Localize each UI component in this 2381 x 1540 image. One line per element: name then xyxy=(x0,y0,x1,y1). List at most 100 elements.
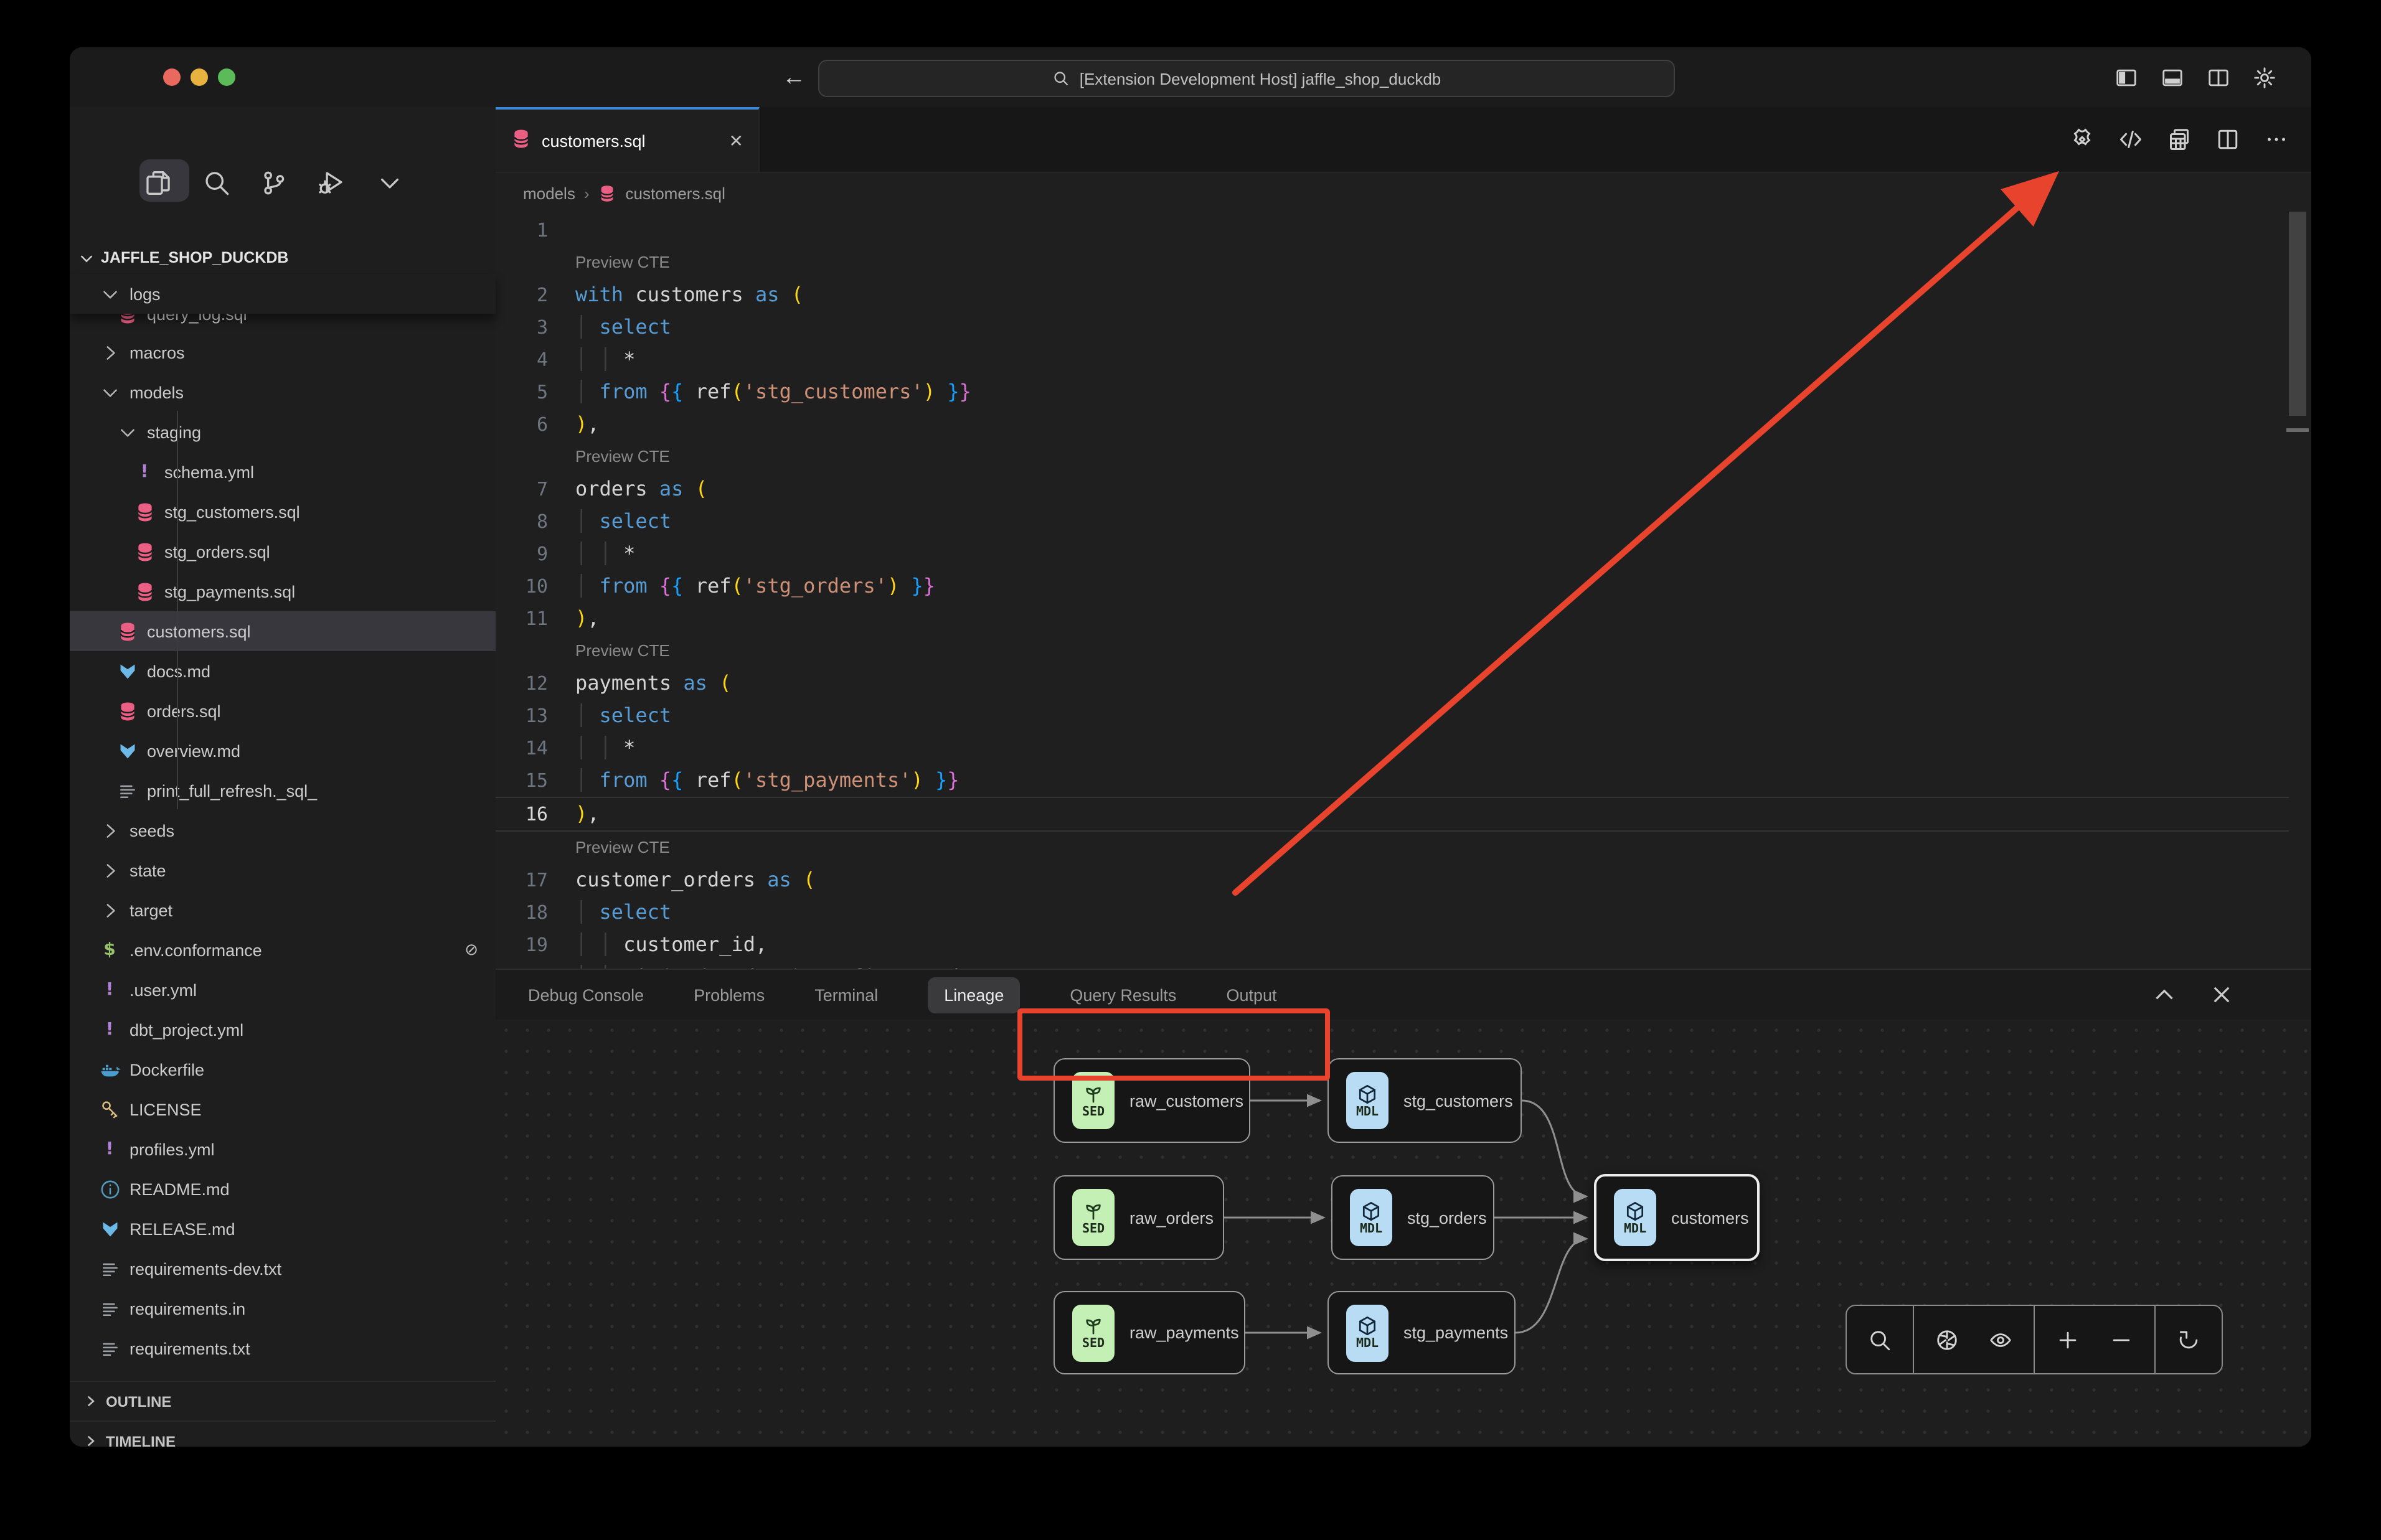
tree-item-license[interactable]: LICENSE xyxy=(70,1089,496,1129)
code-line-15[interactable]: 15│ from {{ ref('stg_payments') }} xyxy=(496,764,2289,797)
tree-item-customers-sql[interactable]: customers.sql xyxy=(70,611,496,651)
code-icon[interactable] xyxy=(2118,127,2143,152)
code-line-6[interactable]: 6), xyxy=(496,408,2289,441)
code-line-8[interactable]: 8│ select xyxy=(496,505,2289,538)
sidebar-source-control-icon[interactable] xyxy=(258,167,290,199)
sidebar-section-timeline[interactable]: TIMELINE xyxy=(70,1420,496,1447)
code-line-19[interactable]: 19│ │ customer_id, xyxy=(496,929,2289,961)
query-results-icon[interactable] xyxy=(2167,127,2192,152)
breadcrumb-item-file[interactable]: customers.sql xyxy=(626,184,725,202)
panel-tab-query-results[interactable]: Query Results xyxy=(1070,985,1176,1004)
tree-item--user-yml[interactable]: ! .user.yml xyxy=(70,970,496,1010)
sidebar-files-icon[interactable] xyxy=(142,167,174,199)
editor-scrollbar-thumb[interactable] xyxy=(2289,212,2306,416)
chevron-up-icon[interactable] xyxy=(2152,982,2177,1007)
code-line-20[interactable]: 20│ │ min(order_date) as first_order, xyxy=(496,961,2289,969)
tree-item-release-md[interactable]: RELEASE.md xyxy=(70,1209,496,1249)
codelens-row[interactable]: Preview CTE xyxy=(496,246,2289,279)
tree-item-overview-md[interactable]: overview.md xyxy=(70,731,496,771)
code-line-18[interactable]: 18│ select xyxy=(496,896,2289,929)
tree-item-models[interactable]: models xyxy=(70,372,496,412)
code-line-7[interactable]: 7orders as ( xyxy=(496,473,2289,505)
panel-tab-output[interactable]: Output xyxy=(1226,985,1276,1004)
tree-item-seeds[interactable]: seeds xyxy=(70,810,496,850)
command-center-search[interactable]: [Extension Development Host] jaffle_shop… xyxy=(818,60,1675,97)
lineage-node-stg_customers[interactable]: MDL stg_customers xyxy=(1327,1058,1522,1143)
breadcrumb-item-models[interactable]: models xyxy=(523,184,575,202)
code-line-1[interactable]: 1 xyxy=(496,214,2289,246)
tree-item-requirements-txt[interactable]: requirements.txt xyxy=(70,1328,496,1368)
tree-item-macros[interactable]: macros xyxy=(70,332,496,372)
tree-item-logs[interactable]: logs xyxy=(70,274,496,314)
codelens-row[interactable]: Preview CTE xyxy=(496,441,2289,473)
tree-item-target[interactable]: target xyxy=(70,890,496,930)
code-line-4[interactable]: 4│ │ * xyxy=(496,344,2289,376)
code-line-12[interactable]: 12payments as ( xyxy=(496,667,2289,700)
tree-item-requirements-dev-txt[interactable]: requirements-dev.txt xyxy=(70,1249,496,1289)
panel-tab-terminal[interactable]: Terminal xyxy=(814,985,878,1004)
tab-customers-sql[interactable]: customers.sql ✕ xyxy=(496,107,760,172)
minus-icon[interactable] xyxy=(2110,1328,2133,1351)
code-line-17[interactable]: 17customer_orders as ( xyxy=(496,864,2289,896)
tree-item-readme-md[interactable]: README.md xyxy=(70,1169,496,1209)
lineage-node-raw_orders[interactable]: SED raw_orders xyxy=(1054,1175,1224,1260)
refresh-icon[interactable] xyxy=(2177,1328,2200,1351)
close-icon[interactable] xyxy=(2209,982,2234,1007)
sidebar-chevron-down-icon[interactable] xyxy=(374,167,406,199)
tree-item-stg-orders-sql[interactable]: stg_orders.sql xyxy=(70,532,496,571)
layout-sidebar-left-icon[interactable] xyxy=(2115,65,2138,89)
tree-item-print-full-refresh-sql-[interactable]: print_full_refresh._sql_ xyxy=(70,771,496,810)
code-line-3[interactable]: 3│ select xyxy=(496,311,2289,344)
tree-item-state[interactable]: state xyxy=(70,850,496,890)
sidebar-run-debug-icon[interactable] xyxy=(315,167,347,199)
aperture-icon[interactable] xyxy=(1935,1328,1959,1351)
plus-icon[interactable] xyxy=(2056,1328,2080,1351)
gear-icon[interactable] xyxy=(2253,65,2276,89)
tree-item-stg-customers-sql[interactable]: stg_customers.sql xyxy=(70,492,496,532)
dbt-icon[interactable] xyxy=(2070,127,2095,152)
eye-icon[interactable] xyxy=(1989,1328,2012,1351)
code-line-11[interactable]: 11), xyxy=(496,603,2289,635)
codelens-row[interactable]: Preview CTE xyxy=(496,635,2289,667)
lineage-canvas[interactable]: SED raw_customersMDL stg_customersSED ra… xyxy=(496,1020,2311,1447)
zoom-search-icon[interactable] xyxy=(1868,1328,1892,1351)
lineage-node-raw_payments[interactable]: SED raw_payments xyxy=(1054,1291,1245,1374)
traffic-light-close[interactable] xyxy=(163,68,181,86)
traffic-light-minimize[interactable] xyxy=(191,68,208,86)
code-line-9[interactable]: 9│ │ * xyxy=(496,538,2289,570)
code-line-16[interactable]: 16), xyxy=(496,797,2289,832)
code-line-10[interactable]: 10│ from {{ ref('stg_orders') }} xyxy=(496,570,2289,603)
tree-item-orders-sql[interactable]: orders.sql xyxy=(70,691,496,731)
panel-tab-debug-console[interactable]: Debug Console xyxy=(528,985,644,1004)
tree-item-stg-payments-sql[interactable]: stg_payments.sql xyxy=(70,571,496,611)
tree-item-dbt-project-yml[interactable]: ! dbt_project.yml xyxy=(70,1010,496,1049)
project-root-header[interactable]: JAFFLE_SHOP_DUCKDB xyxy=(77,242,288,274)
layout-split-icon[interactable] xyxy=(2207,65,2230,89)
sidebar-section-outline[interactable]: OUTLINE xyxy=(70,1381,496,1420)
codelens-row[interactable]: Preview CTE xyxy=(496,832,2289,864)
nav-back-icon[interactable]: ← xyxy=(782,65,806,92)
code-line-13[interactable]: 13│ select xyxy=(496,700,2289,732)
split-editor-icon[interactable] xyxy=(2215,127,2240,152)
panel-tab-lineage[interactable]: Lineage xyxy=(928,977,1020,1013)
code-line-14[interactable]: 14│ │ * xyxy=(496,732,2289,764)
sidebar-search-icon[interactable] xyxy=(200,167,233,199)
panel-tab-problems[interactable]: Problems xyxy=(694,985,765,1004)
code-editor[interactable]: 1Preview CTE2with customers as (3│ selec… xyxy=(496,214,2289,969)
code-line-5[interactable]: 5│ from {{ ref('stg_customers') }} xyxy=(496,376,2289,408)
traffic-light-zoom[interactable] xyxy=(218,68,235,86)
layout-panel-icon[interactable] xyxy=(2161,65,2184,89)
breadcrumb[interactable]: models › customers.sql xyxy=(523,172,725,214)
close-icon[interactable]: ✕ xyxy=(729,130,743,151)
tree-item-requirements-in[interactable]: requirements.in xyxy=(70,1289,496,1328)
tree-item-query-log-sql[interactable]: query_log.sql xyxy=(70,314,496,332)
ellipsis-icon[interactable] xyxy=(2264,127,2289,152)
lineage-node-stg_payments[interactable]: MDL stg_payments xyxy=(1327,1291,1516,1374)
tree-item-profiles-yml[interactable]: ! profiles.yml xyxy=(70,1129,496,1169)
tree-item-schema-yml[interactable]: ! schema.yml xyxy=(70,452,496,492)
code-line-2[interactable]: 2with customers as ( xyxy=(496,279,2289,311)
tree-item-dockerfile[interactable]: Dockerfile xyxy=(70,1049,496,1089)
tree-item-staging[interactable]: staging xyxy=(70,412,496,452)
tree-item--env-conformance[interactable]: $ .env.conformance ⊘ xyxy=(70,930,496,970)
lineage-node-customers[interactable]: MDL customers xyxy=(1594,1174,1760,1261)
